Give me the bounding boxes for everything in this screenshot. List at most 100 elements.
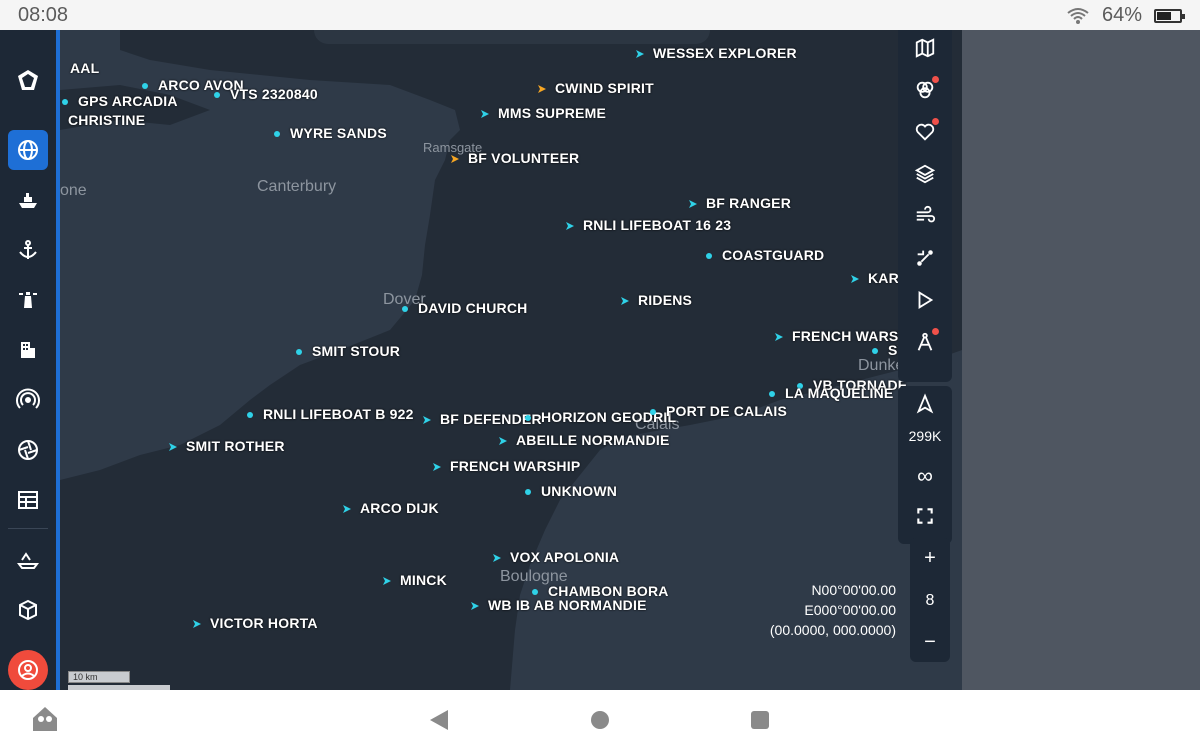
place-label: one <box>60 182 87 199</box>
battery-percent: 64% <box>1101 4 1142 26</box>
notification-dot <box>932 118 939 125</box>
vessel-label: BF VOLUNTEER <box>468 150 580 166</box>
vessel-label: MINCK <box>400 572 447 588</box>
vessel-label: WESSEX EXPLORER <box>653 45 797 61</box>
home-button[interactable] <box>591 711 609 729</box>
zoom-in-button[interactable]: + <box>910 538 950 578</box>
vessel-dot-icon <box>872 348 878 354</box>
layers-icon[interactable] <box>907 156 943 192</box>
heart-icon[interactable] <box>907 114 943 150</box>
sidebar-divider <box>8 528 48 529</box>
vessel-dot-icon <box>532 589 538 595</box>
infinity-button[interactable]: ∞ <box>907 458 943 494</box>
wind-icon[interactable] <box>907 198 943 234</box>
vessel-label: VTS 2320840 <box>230 86 318 102</box>
vessel-arrow-icon <box>451 155 459 163</box>
vessel-label: CHRISTINE <box>68 112 146 128</box>
vessel-dot-icon <box>525 415 531 421</box>
sidebar <box>0 30 56 690</box>
aperture-icon[interactable] <box>8 430 48 470</box>
vessel-dot-icon <box>62 99 68 105</box>
vessel-arrow-icon <box>343 505 351 513</box>
vessel-dot-icon <box>296 349 302 355</box>
vessel-dot-icon <box>247 412 253 418</box>
vessel-arrow-icon <box>566 222 574 230</box>
map-tools <box>898 30 952 382</box>
vessel-label: RIDENS <box>638 292 693 308</box>
vessel-label: SMIT ROTHER <box>186 438 285 454</box>
lighthouse-icon[interactable] <box>8 280 48 320</box>
ship-route-icon[interactable] <box>8 540 48 580</box>
vessel-arrow-icon <box>471 602 479 610</box>
vessel-arrow-icon <box>493 554 501 562</box>
vessel-arrow-icon <box>433 463 441 471</box>
profile-icon[interactable] <box>8 650 48 690</box>
lock-dot <box>932 328 939 335</box>
logo-icon[interactable] <box>8 60 48 100</box>
place-label: Canterbury <box>257 178 337 195</box>
vessel-dot-icon <box>60 64 62 74</box>
latitude: N00°00'00.00 <box>811 582 896 598</box>
back-button[interactable] <box>430 710 448 730</box>
filter-icon[interactable] <box>907 72 943 108</box>
vessel-label: LA MAQUELINE <box>785 385 894 401</box>
recents-button[interactable] <box>751 711 769 729</box>
vessel-dot-icon <box>142 83 148 89</box>
longitude: E000°00'00.00 <box>804 602 896 618</box>
app-shortcut-icon[interactable] <box>30 704 60 734</box>
zoom-control: + 8 − <box>910 538 950 662</box>
vessel-label: AAL <box>70 60 100 76</box>
vessel-label: ABEILLE NORMANDIE <box>516 432 670 448</box>
search-pill[interactable] <box>314 30 710 44</box>
vessel-dot-icon <box>274 131 280 137</box>
zoom-out-button[interactable]: − <box>910 622 950 662</box>
map-icon[interactable] <box>907 30 943 66</box>
route-icon[interactable] <box>907 240 943 276</box>
vessel-label: CWIND SPIRIT <box>555 80 654 96</box>
vessel-label: VICTOR HORTA <box>210 615 318 631</box>
zoom-level: 8 <box>925 592 935 609</box>
vessel-dot-icon <box>214 92 220 98</box>
vessel-label: PORT DE CALAIS <box>666 403 788 419</box>
play-icon[interactable] <box>907 282 943 318</box>
table-icon[interactable] <box>8 480 48 520</box>
vessel-label: SMIT STOUR <box>312 343 401 359</box>
vessel-arrow-icon <box>383 577 391 585</box>
vessel-arrow-icon <box>423 416 431 424</box>
vessel-arrow-icon <box>193 620 201 628</box>
vessel-arrow-icon <box>481 110 489 118</box>
anchor-icon[interactable] <box>8 230 48 270</box>
vessel-label: FRENCH WARSHIP <box>450 458 581 474</box>
signal-icon[interactable] <box>8 380 48 420</box>
vessel-label: ARCO DIJK <box>360 500 439 516</box>
vessel-arrow-icon <box>636 50 644 58</box>
vessel-label: GPS ARCADIA <box>78 93 178 109</box>
coordinate-readout: N00°00'00.00 E000°00'00.00 (00.0000, 000… <box>770 580 896 640</box>
status-icons: 64% <box>1066 4 1185 27</box>
vessel-count: 299K <box>908 428 942 444</box>
vessel-label: VOX APOLONIA <box>510 549 620 565</box>
vessel-label: WB IB AB NORMANDIE <box>488 597 647 613</box>
decimal-coordinates: (00.0000, 000.0000) <box>769 622 896 638</box>
vessel-label: DAVID CHURCH <box>418 300 528 316</box>
fullscreen-icon[interactable] <box>907 498 943 534</box>
notification-dot <box>932 76 939 83</box>
scale-bar: 10 km <box>68 671 130 683</box>
vessel-label: BF RANGER <box>706 195 792 211</box>
vessel-label: MMS SUPREME <box>498 105 606 121</box>
vessel-label: KAR <box>868 270 899 286</box>
vessel-dot-icon <box>650 409 656 415</box>
navigation-arrow-icon[interactable] <box>907 386 943 422</box>
battery-icon <box>1154 8 1185 23</box>
cube-icon[interactable] <box>8 590 48 630</box>
vessel-arrow-icon <box>621 297 629 305</box>
measure-icon[interactable] <box>907 324 943 360</box>
map-overlay-right <box>962 30 1200 690</box>
building-icon[interactable] <box>8 330 48 370</box>
vessel-label: UNKNOWN <box>541 483 618 499</box>
vessel-arrow-icon <box>169 443 177 451</box>
vessel-label: COASTGUARD <box>722 247 825 263</box>
vessel-dot-icon <box>769 391 775 397</box>
globe-icon[interactable] <box>8 130 48 170</box>
ship-icon[interactable] <box>8 180 48 220</box>
